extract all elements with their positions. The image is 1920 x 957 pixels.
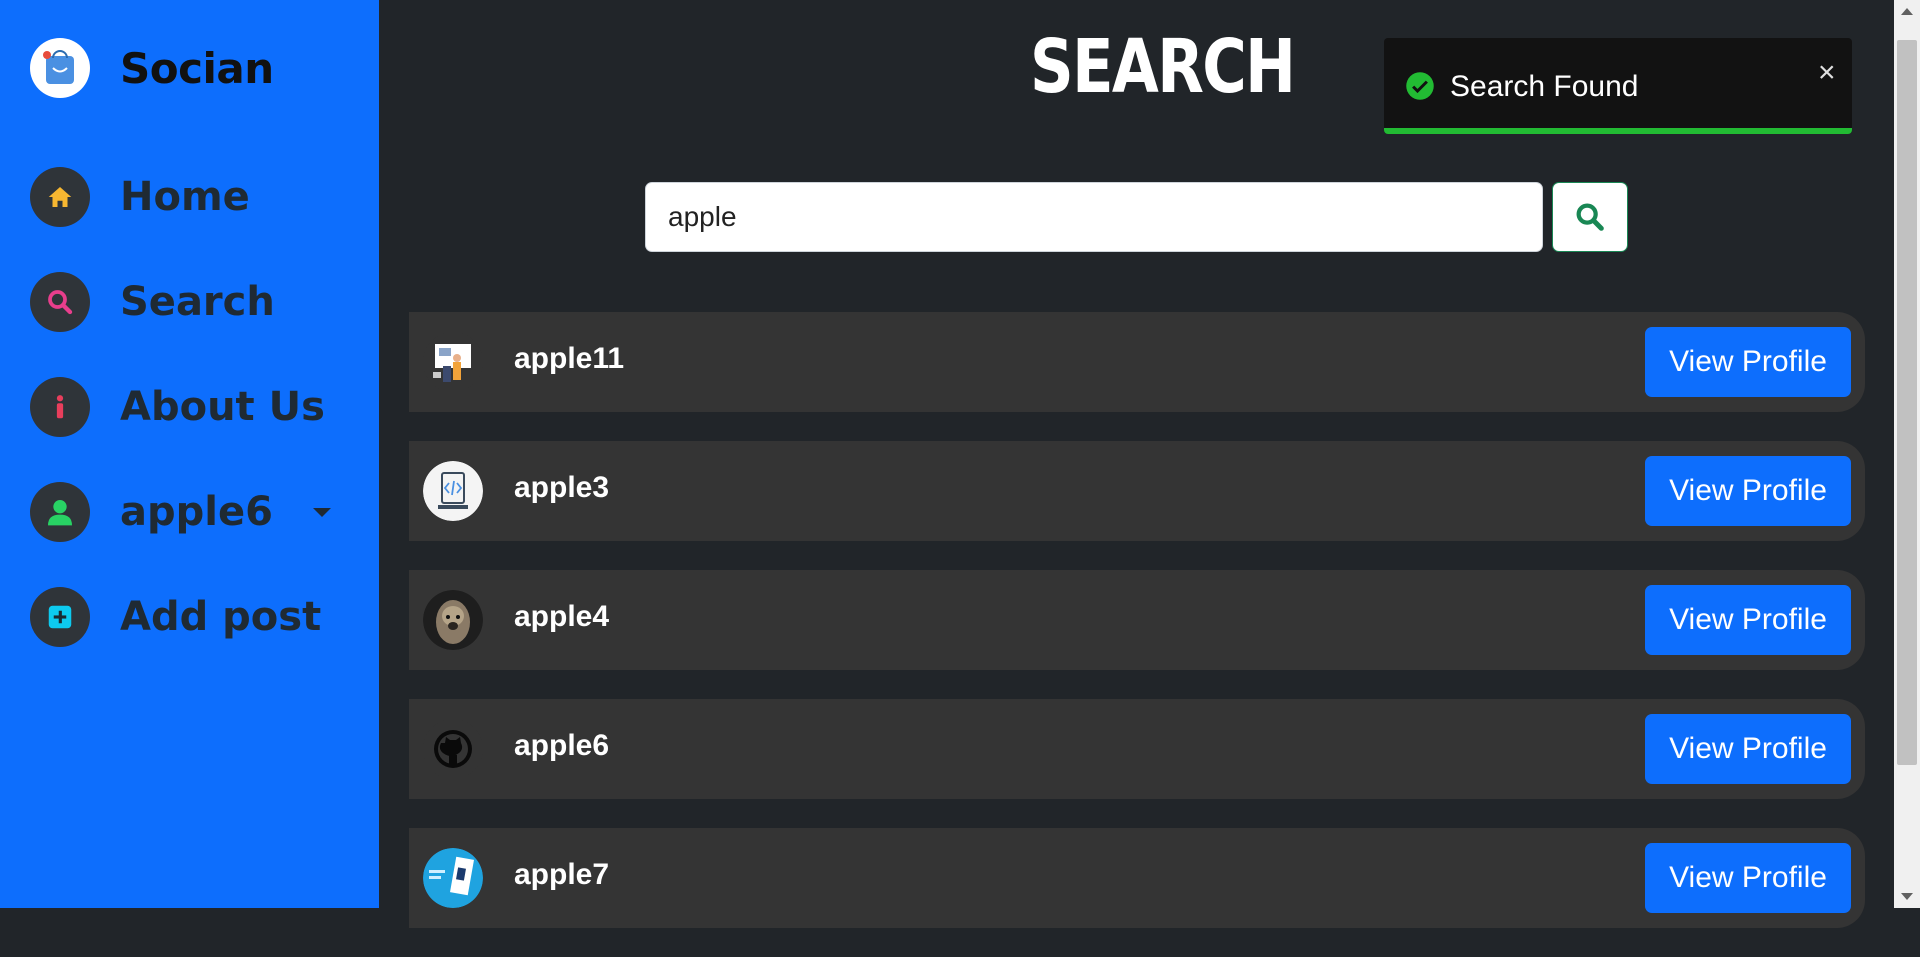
view-profile-button[interactable]: View Profile xyxy=(1645,843,1851,913)
chevron-down-icon[interactable] xyxy=(312,507,331,517)
search-icon xyxy=(48,290,73,315)
toast-progress-bar xyxy=(1384,128,1852,134)
brand-name: Socian xyxy=(120,43,274,93)
nav-label: Home xyxy=(120,174,250,220)
user-icon xyxy=(48,500,72,526)
result-username[interactable]: apple4 xyxy=(514,600,609,634)
blue-graphic-avatar[interactable] xyxy=(423,848,483,908)
nav-item-about-us[interactable]: About Us xyxy=(30,377,325,437)
result-row: apple11 View Profile xyxy=(409,312,1865,412)
nav-item-home[interactable]: Home xyxy=(30,167,250,227)
nav-label: Search xyxy=(120,279,275,325)
shopping-bag-icon xyxy=(43,50,74,84)
result-row: apple4 View Profile xyxy=(409,570,1865,670)
nav-label: About Us xyxy=(120,384,325,430)
search-button[interactable] xyxy=(1552,182,1628,252)
scroll-down-icon[interactable] xyxy=(1901,893,1913,900)
scrollbar-thumb[interactable] xyxy=(1897,40,1917,765)
result-row: apple6 View Profile xyxy=(409,699,1865,799)
search-input[interactable] xyxy=(645,182,1543,252)
results-list: apple11 View Profile apple3 View Profile xyxy=(409,312,1865,957)
view-profile-button[interactable]: View Profile xyxy=(1645,585,1851,655)
scrollbar[interactable] xyxy=(1894,0,1920,908)
result-row: apple3 View Profile xyxy=(409,441,1865,541)
toast-message: Search Found xyxy=(1450,70,1639,103)
info-icon xyxy=(56,395,64,419)
code-device-avatar[interactable] xyxy=(423,461,483,521)
close-icon[interactable]: × xyxy=(1818,58,1836,88)
plus-square-icon xyxy=(48,605,72,629)
github-avatar[interactable] xyxy=(423,719,483,779)
brand-logo xyxy=(30,38,90,98)
result-username[interactable]: apple3 xyxy=(514,471,609,505)
result-username[interactable]: apple7 xyxy=(514,858,609,892)
scroll-up-icon[interactable] xyxy=(1901,8,1913,15)
check-circle-icon xyxy=(1406,72,1434,100)
nav-item-add-post[interactable]: Add post xyxy=(30,587,321,647)
page-title: SEARCH xyxy=(1030,24,1296,110)
result-row: apple7 View Profile xyxy=(409,828,1865,928)
illustration-avatar[interactable] xyxy=(423,332,483,392)
nav-item-user-profile[interactable]: apple6 xyxy=(30,482,331,542)
nav-item-search[interactable]: Search xyxy=(30,272,275,332)
result-username[interactable]: apple11 xyxy=(514,342,624,376)
home-icon xyxy=(48,187,72,207)
dog-photo-avatar[interactable] xyxy=(423,590,483,650)
nav-label: apple6 xyxy=(120,489,273,535)
view-profile-button[interactable]: View Profile xyxy=(1645,456,1851,526)
view-profile-button[interactable]: View Profile xyxy=(1645,327,1851,397)
brand[interactable]: Socian xyxy=(30,38,274,98)
nav-label: Add post xyxy=(120,594,322,640)
view-profile-button[interactable]: View Profile xyxy=(1645,714,1851,784)
search-icon xyxy=(1576,203,1604,231)
result-username[interactable]: apple6 xyxy=(514,729,609,763)
sidebar: Socian Home Search About Us apple6 Add p… xyxy=(0,0,379,908)
toast-notification: Search Found × xyxy=(1384,38,1852,134)
